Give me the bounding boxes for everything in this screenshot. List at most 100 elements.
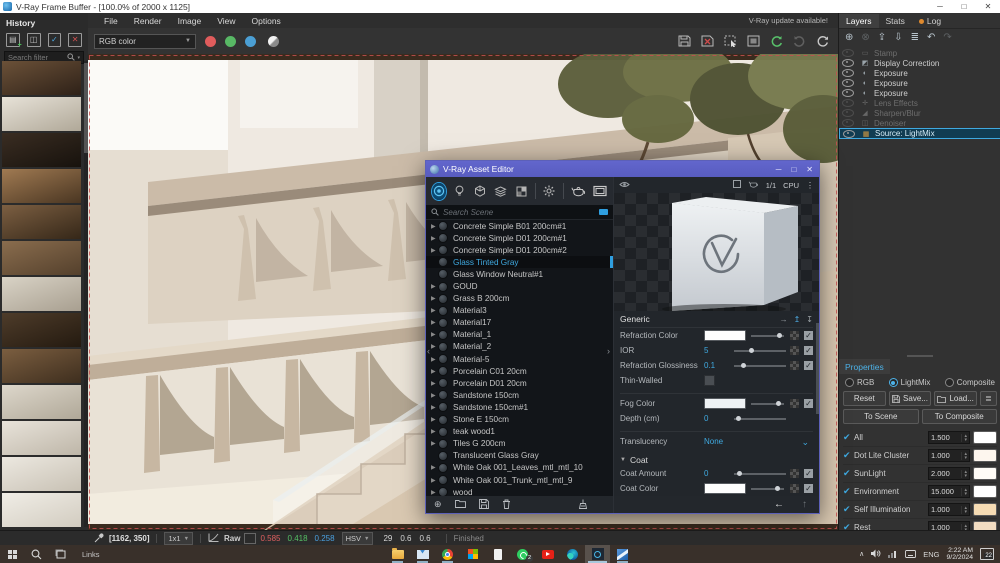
preview-eye-icon[interactable] <box>619 181 630 190</box>
taskbar-mail-icon[interactable] <box>410 545 435 563</box>
language-indicator[interactable]: ENG <box>923 550 939 559</box>
chevron-down-icon[interactable]: ▾ <box>77 55 80 61</box>
slider[interactable] <box>734 350 786 352</box>
section-coat[interactable]: ▼ Coat <box>620 453 813 466</box>
save-layers-icon[interactable]: ⇪ <box>878 33 886 43</box>
taskbar-sketchup-icon[interactable] <box>610 545 635 563</box>
maximize-button[interactable]: □ <box>952 0 976 13</box>
history-thumbnail[interactable] <box>2 349 81 383</box>
visibility-eye-icon[interactable] <box>842 89 854 97</box>
redo-icon[interactable]: ↷ <box>943 33 951 43</box>
material-row[interactable]: ▶ Material_2 <box>426 341 613 353</box>
intensity-input[interactable]: 2.000 ▴▾ <box>928 467 970 480</box>
enable-checkbox[interactable]: ✓ <box>804 361 813 370</box>
material-scrollbar[interactable] <box>816 323 819 415</box>
hsv-select[interactable]: HSV▼ <box>342 532 374 545</box>
enable-checkbox[interactable]: ✓ <box>804 469 813 478</box>
menu-item[interactable]: Image <box>170 16 210 26</box>
preview-teapot-icon[interactable] <box>748 180 759 190</box>
material-row[interactable]: ▶ Tiles G 200cm <box>426 438 613 450</box>
update-notice[interactable]: V-Ray update available! <box>749 16 838 25</box>
sample-size-select[interactable]: 1x1▼ <box>164 532 193 545</box>
material-row[interactable]: ▶ Material-5 <box>426 353 613 365</box>
minimize-button[interactable]: ─ <box>776 165 782 174</box>
keyboard-icon[interactable] <box>905 545 916 563</box>
menu-item[interactable]: Render <box>126 16 170 26</box>
channel-select[interactable]: RGB color ▼ <box>94 34 196 49</box>
material-row[interactable]: ▶ White Oak 001_Leaves_mtl_mtl_10 <box>426 462 613 474</box>
layer-row[interactable]: ◐ Exposure <box>839 88 1000 98</box>
history-compare-icon[interactable]: ◫ <box>27 33 41 47</box>
border-region-icon[interactable] <box>747 35 761 48</box>
texture-slot-icon[interactable] <box>790 346 799 355</box>
visibility-eye-icon[interactable] <box>842 99 854 107</box>
open-folder-icon[interactable] <box>455 499 466 510</box>
delete-asset-icon[interactable] <box>502 499 511 511</box>
tab-properties[interactable]: Properties <box>839 359 890 374</box>
mode-rgb[interactable]: RGB <box>845 378 874 387</box>
green-channel-toggle[interactable] <box>225 36 236 47</box>
visibility-eye-icon[interactable] <box>842 49 854 57</box>
expander-icon[interactable]: ▶ <box>431 343 438 350</box>
history-accept-icon[interactable]: ✓ <box>48 33 62 47</box>
history-thumbnail[interactable] <box>2 97 81 131</box>
menu-item[interactable]: Options <box>244 16 289 26</box>
intensity-input[interactable]: 15.000 ▴▾ <box>928 485 970 498</box>
up-arrow-icon[interactable]: ↑ <box>802 499 807 510</box>
intensity-input[interactable]: 1.000 ▴▾ <box>928 449 970 462</box>
material-row[interactable]: ▶ wood <box>426 486 613 496</box>
param-value[interactable]: None <box>704 437 734 446</box>
history-save-icon[interactable]: ▤+ <box>6 33 20 47</box>
close-button[interactable]: ✕ <box>976 0 1000 13</box>
layer-row[interactable]: ✛ Lens Effects <box>839 98 1000 108</box>
expander-icon[interactable]: ▶ <box>431 464 438 471</box>
mode-composite[interactable]: Composite <box>945 378 995 387</box>
material-row[interactable]: ▶ Material3 <box>426 305 613 317</box>
preview-maximize-icon[interactable] <box>733 180 741 190</box>
spinner-arrows[interactable]: ▴▾ <box>961 506 967 514</box>
material-row[interactable]: ▶ Translucent Glass Gray <box>426 450 613 462</box>
expander-icon[interactable]: ▶ <box>431 223 438 230</box>
expander-icon[interactable]: ▶ <box>431 247 438 254</box>
alpha-sphere-toggle[interactable] <box>268 36 279 47</box>
enable-checkbox[interactable]: ✔ <box>843 450 854 461</box>
light-color-swatch[interactable] <box>973 503 997 516</box>
taskbar-file-explorer-icon[interactable] <box>385 545 410 563</box>
material-row[interactable]: ▶ Grass B 200cm <box>426 293 613 305</box>
back-arrow-icon[interactable]: ← <box>774 499 784 510</box>
layer-list-icon[interactable]: ≣ <box>911 33 919 43</box>
spinner-arrows[interactable]: ▴▾ <box>961 452 967 460</box>
material-row[interactable]: ▶ Concrete Simple D01 200cm#1 <box>426 232 613 244</box>
material-row[interactable]: ▶ Glass Tinted Gray <box>426 256 613 268</box>
expander-icon[interactable]: ▶ <box>431 295 438 302</box>
visibility-eye-icon[interactable] <box>842 59 854 67</box>
history-tab[interactable]: History <box>0 15 41 30</box>
param-value[interactable]: 0.1 <box>704 361 734 370</box>
mode-lightmix[interactable]: LightMix <box>889 378 931 387</box>
expander-icon[interactable]: ▶ <box>431 307 438 314</box>
start-button[interactable] <box>0 545 24 563</box>
expander-icon[interactable]: ▶ <box>431 368 438 375</box>
slider[interactable] <box>751 335 784 337</box>
close-button[interactable]: ✕ <box>806 165 813 174</box>
visibility-eye-icon[interactable] <box>842 119 854 127</box>
load-button[interactable]: Load... <box>934 391 977 406</box>
slider[interactable] <box>751 488 784 490</box>
lights-tab-icon[interactable] <box>453 183 467 200</box>
taskbar-whatsapp-icon[interactable]: 2 <box>510 545 535 563</box>
spinner-arrows[interactable]: ▴▾ <box>961 470 967 478</box>
visibility-eye-icon[interactable] <box>843 130 855 138</box>
red-channel-toggle[interactable] <box>205 36 216 47</box>
save-button[interactable]: Save... <box>889 391 932 406</box>
region-render-icon[interactable] <box>724 35 738 48</box>
color-swatch[interactable] <box>704 330 746 341</box>
task-view-icon[interactable] <box>48 545 72 563</box>
color-swatch[interactable] <box>704 483 746 494</box>
section-generic[interactable]: Generic → ↥ ↧ <box>620 311 813 328</box>
texture-slot-icon[interactable] <box>790 399 799 408</box>
network-icon[interactable] <box>888 545 898 563</box>
expander-icon[interactable]: ▶ <box>431 416 438 423</box>
links-toolbar[interactable]: Links <box>72 550 110 559</box>
intensity-input[interactable]: 1.500 ▴▾ <box>928 431 970 444</box>
enable-checkbox[interactable]: ✓ <box>804 399 813 408</box>
